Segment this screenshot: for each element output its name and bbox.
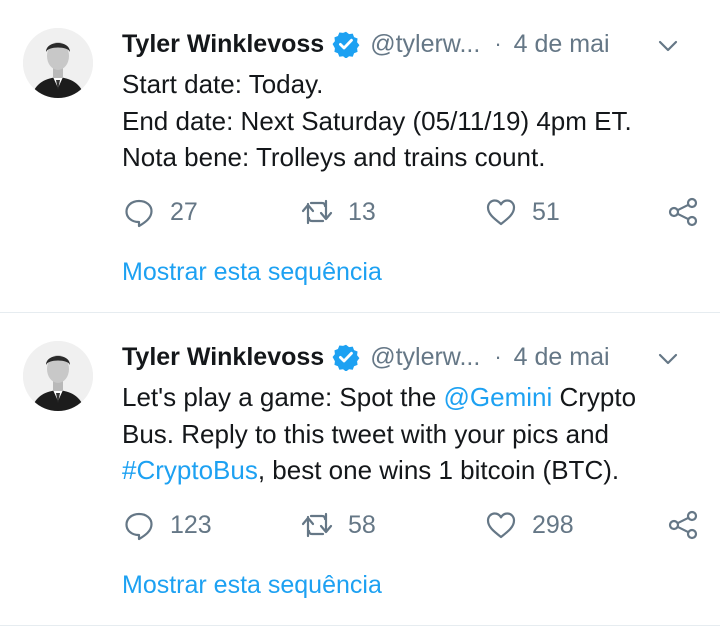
retweet-icon	[301, 512, 333, 538]
separator-dot: ·	[494, 344, 502, 369]
reply-count: 123	[170, 510, 212, 539]
share-button[interactable]	[666, 503, 700, 547]
chevron-down-icon[interactable]	[654, 32, 682, 60]
retweet-icon	[301, 199, 333, 225]
tweet-card[interactable]: Tyler Winklevoss @tylerw... · 4 de mai S…	[0, 0, 720, 313]
verified-badge-icon	[332, 30, 360, 59]
tweet-text-line: #CryptoBus, best one wins 1 bitcoin (BTC…	[122, 452, 702, 489]
hashtag-link[interactable]: #CryptoBus	[122, 455, 258, 485]
show-thread-link[interactable]: Mostrar esta sequência	[122, 571, 382, 600]
reply-count: 27	[170, 197, 198, 226]
show-thread-link[interactable]: Mostrar esta sequência	[122, 258, 382, 287]
reply-icon	[125, 199, 153, 228]
tweet-text-segment: Crypto	[552, 382, 637, 412]
avatar[interactable]	[23, 341, 93, 411]
tweet-text-line: Let's play a game: Spot the @Gemini Cryp…	[122, 379, 702, 416]
retweet-count: 13	[348, 197, 376, 226]
avatar[interactable]	[23, 28, 93, 98]
tweet-actions: 123 58 298	[122, 503, 712, 547]
verified-badge-icon	[332, 343, 360, 372]
tweet-card[interactable]: Tyler Winklevoss @tylerw... · 4 de mai L…	[0, 313, 720, 626]
like-button[interactable]: 298	[484, 503, 574, 547]
mention-link[interactable]: @Gemini	[444, 382, 553, 412]
tweet-text-line: End date: Next Saturday (05/11/19) 4pm E…	[122, 105, 632, 136]
like-button[interactable]: 51	[484, 190, 560, 234]
retweet-button[interactable]: 58	[300, 503, 376, 547]
retweet-count: 58	[348, 510, 376, 539]
tweet-text-segment: Let's play a game: Spot the	[122, 382, 444, 412]
author-name[interactable]: Tyler Winklevoss	[122, 343, 324, 372]
share-icon	[668, 197, 698, 227]
reply-icon	[125, 512, 153, 541]
like-icon	[486, 199, 516, 226]
separator-dot: ·	[494, 31, 502, 56]
like-count: 298	[532, 510, 574, 539]
author-handle[interactable]: @tylerw...	[370, 343, 480, 372]
tweet-text-line: Bus. Reply to this tweet with your pics …	[122, 418, 610, 449]
chevron-down-icon[interactable]	[654, 345, 682, 373]
share-button[interactable]	[666, 190, 700, 234]
tweet-date[interactable]: 4 de mai	[514, 30, 610, 59]
reply-button[interactable]: 123	[122, 503, 212, 547]
retweet-button[interactable]: 13	[300, 190, 376, 234]
like-count: 51	[532, 197, 560, 226]
tweet-text-line: Nota bene: Trolleys and trains count.	[122, 142, 546, 172]
tweet-text: Start date: Today. End date: Next Saturd…	[122, 66, 702, 176]
author-handle[interactable]: @tylerw...	[370, 30, 480, 59]
tweet-actions: 27 13 51	[122, 190, 712, 234]
tweet-header: Tyler Winklevoss @tylerw... · 4 de mai	[122, 339, 700, 375]
tweet-text-line: Start date: Today.	[122, 69, 324, 99]
tweet-header: Tyler Winklevoss @tylerw... · 4 de mai	[122, 26, 700, 62]
author-name[interactable]: Tyler Winklevoss	[122, 30, 324, 59]
tweet-date[interactable]: 4 de mai	[514, 343, 610, 372]
reply-button[interactable]: 27	[122, 190, 198, 234]
tweet-text: Let's play a game: Spot the @Gemini Cryp…	[122, 379, 702, 489]
share-icon	[668, 510, 698, 540]
like-icon	[486, 512, 516, 539]
tweet-text-segment: , best one wins 1 bitcoin (BTC).	[257, 455, 620, 485]
